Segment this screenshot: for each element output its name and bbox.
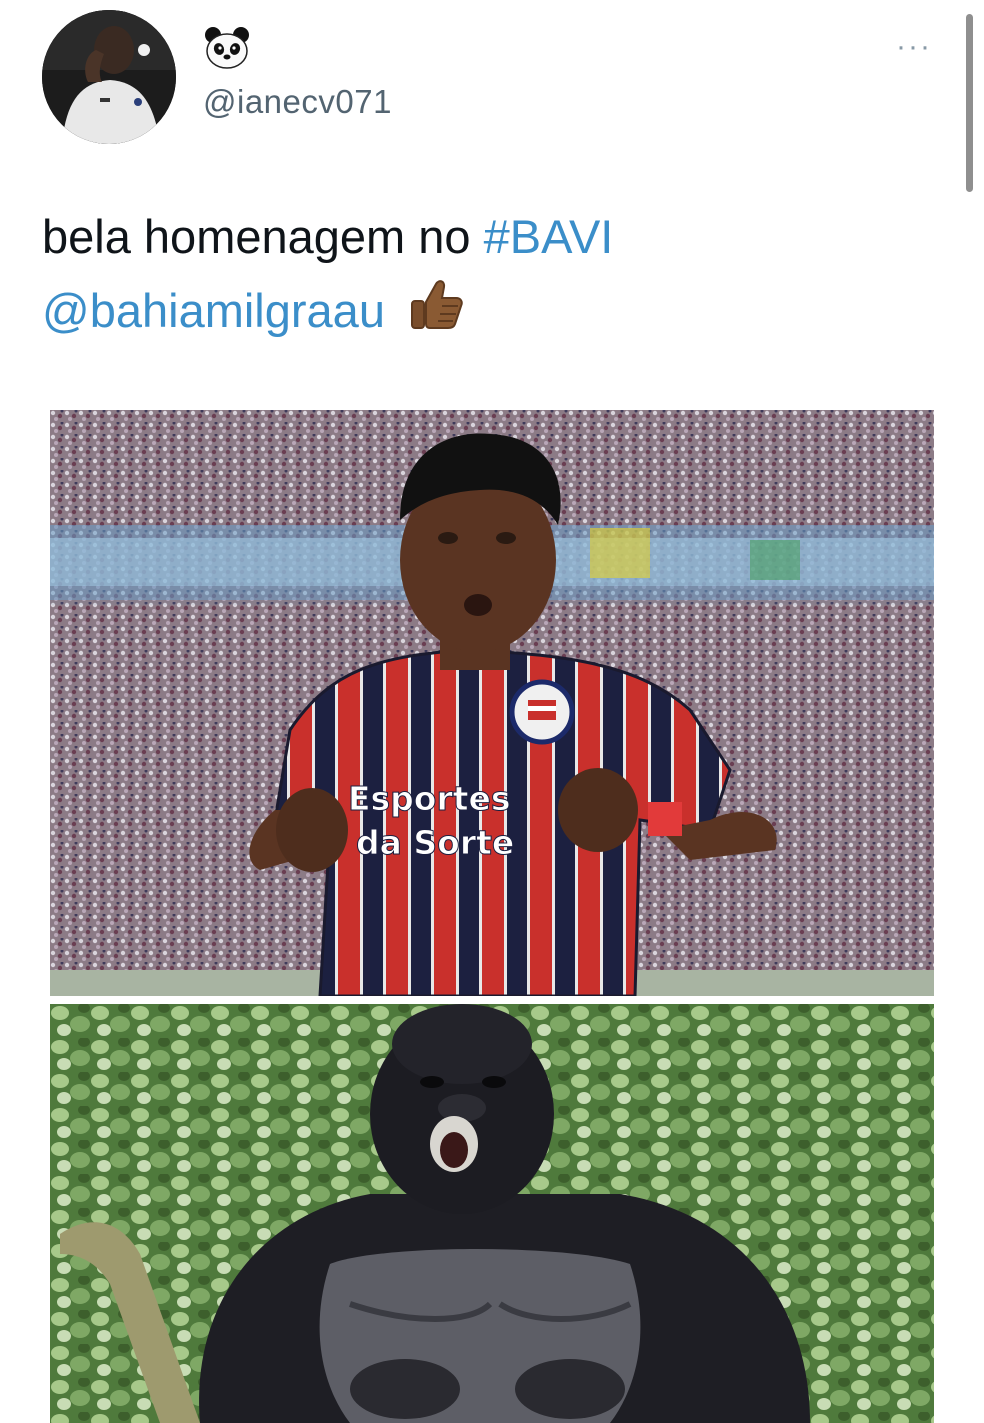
tweet-card: @ianecv071 ··· bela homenagem no #BAVI @…	[0, 0, 984, 1423]
more-options-icon[interactable]: ···	[896, 32, 932, 62]
user-handle[interactable]: @ianecv071	[203, 80, 392, 124]
mention-link[interactable]: @bahiamilgraau	[42, 284, 385, 337]
hashtag-link[interactable]: #BAVI	[484, 210, 614, 263]
tweet-text: bela homenagem no #BAVI @bahiamilgraau	[42, 200, 942, 353]
tweet-text-body: bela homenagem no	[42, 210, 484, 263]
scrollbar-thumb[interactable]	[966, 14, 973, 192]
jersey-sponsor-line2: da Sorte	[356, 823, 514, 862]
jersey-sponsor-line1: Esportes	[348, 779, 511, 818]
media-photo-footballer[interactable]: Esportes da Sorte	[50, 410, 934, 996]
thumbs-up-icon	[408, 276, 464, 353]
panda-icon	[203, 27, 251, 79]
media-photo-gorilla[interactable]	[50, 1004, 934, 1423]
display-name[interactable]	[203, 26, 251, 84]
avatar[interactable]	[42, 10, 176, 144]
